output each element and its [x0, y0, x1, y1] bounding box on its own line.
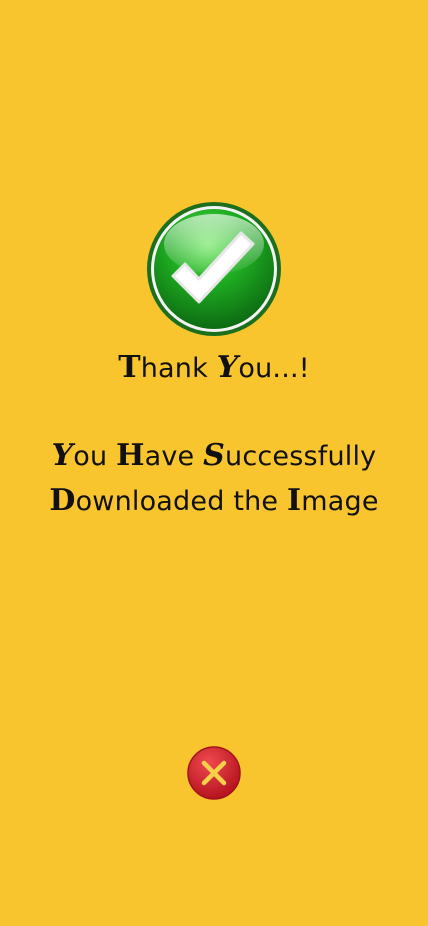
title-part-ou: ou...! — [238, 353, 310, 384]
title-part-hank: hank — [140, 353, 217, 384]
msg1-initial-y: Y — [51, 438, 74, 473]
msg2-initial-d: D — [49, 483, 76, 518]
title-initial-t: T — [118, 350, 141, 385]
msg1-part-uccessfully: uccessfully — [225, 441, 377, 472]
msg1-initial-s: S — [203, 438, 226, 473]
thank-you-heading: Thank You...! — [0, 346, 428, 391]
close-button[interactable] — [187, 746, 241, 800]
msg1-part-ou: ou — [73, 441, 117, 472]
msg2-part-ownloaded: ownloaded the — [75, 486, 288, 517]
msg1-initial-h: H — [116, 438, 145, 473]
msg2-initial-i: I — [287, 483, 302, 518]
title-initial-y: Y — [216, 350, 239, 385]
checkmark-circle-icon — [145, 200, 283, 338]
success-message: You Have Successfully Downloaded the Ima… — [0, 434, 428, 524]
message-line-1: You Have Successfully — [0, 434, 428, 479]
msg2-part-mage: mage — [301, 486, 379, 517]
msg1-part-ave: ave — [144, 441, 204, 472]
close-circle-icon — [187, 746, 241, 800]
message-line-2: Downloaded the Image — [0, 479, 428, 524]
